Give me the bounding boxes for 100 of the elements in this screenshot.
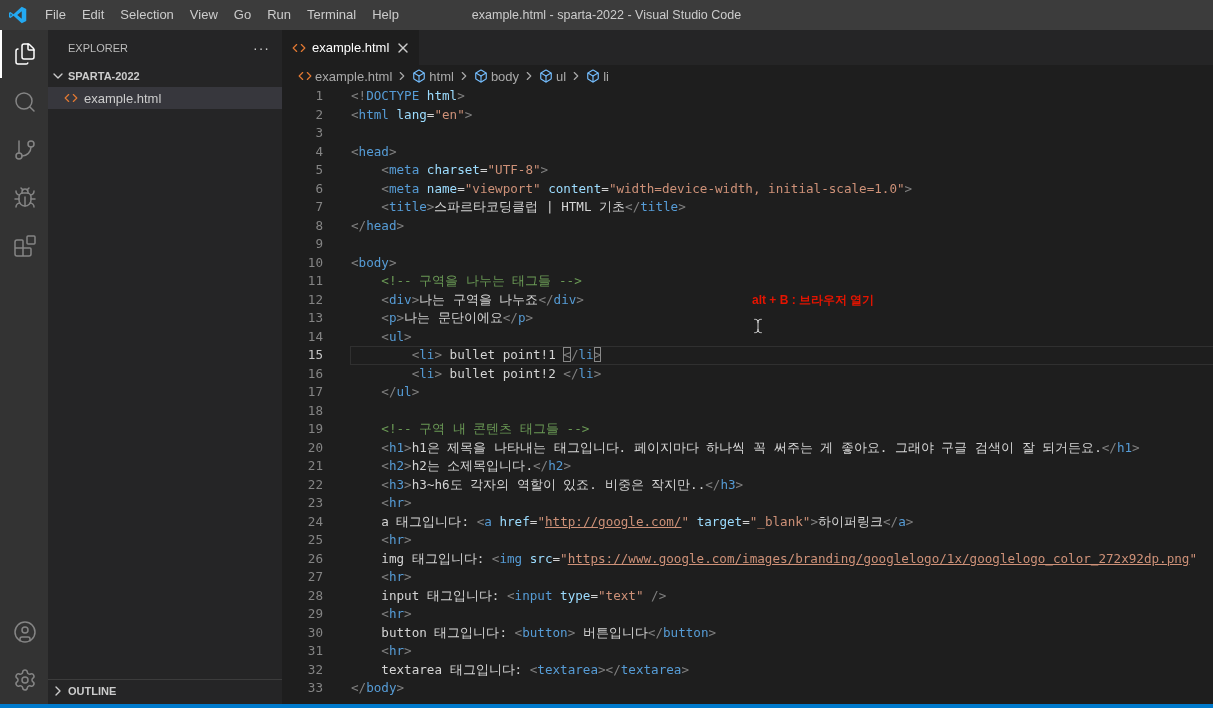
line-number: 27 xyxy=(306,568,323,586)
code-line: <!-- 구역 내 콘텐츠 태그들 --> xyxy=(380,421,590,438)
line-number: 12 xyxy=(306,290,323,309)
code-line: <li> bullet point!2 </li> xyxy=(410,365,602,382)
cube-icon xyxy=(539,69,554,83)
line-number: 5 xyxy=(314,161,323,179)
line-number: 28 xyxy=(306,586,323,605)
code-line: <html lang="en"> xyxy=(351,106,473,123)
line-number: 16 xyxy=(306,364,323,383)
outline-label: OUTLINE xyxy=(68,685,117,697)
menu-item[interactable]: Go xyxy=(225,0,260,30)
tab-label: example.html xyxy=(312,40,390,55)
line-number: 1 xyxy=(314,87,323,105)
code-line: </head> xyxy=(351,217,405,234)
line-number: 32 xyxy=(306,660,323,679)
line-number: 7 xyxy=(314,198,323,216)
window-title: example.html - sparta-2022 - Visual Studio Code xyxy=(471,7,742,24)
menu-item[interactable]: Terminal xyxy=(299,0,365,30)
line-number: 11 xyxy=(306,272,323,290)
code-line: <meta charset="UTF-8"> xyxy=(380,162,549,179)
menu-item[interactable]: Selection xyxy=(112,0,182,30)
code-line: button 태그입니다: <button> 버튼입니다</button> xyxy=(380,624,717,641)
line-number: 14 xyxy=(306,327,323,346)
line-number: 3 xyxy=(314,124,323,142)
line-number: 17 xyxy=(306,383,323,401)
breadcrumb[interactable]: example.html xyxy=(298,68,393,84)
annotation-text: alt + B : 브라우저 열기 xyxy=(752,292,875,309)
code-line: </ul> xyxy=(380,384,420,401)
code-line: <!-- 구역을 나누는 태그들 --> xyxy=(380,273,582,290)
files-icon xyxy=(13,42,37,66)
line-number: 33 xyxy=(306,679,323,697)
code-line: <hr> xyxy=(380,643,412,660)
code-icon xyxy=(64,91,78,105)
menu-item[interactable]: File xyxy=(37,0,74,30)
code-line: <!DOCTYPE html> xyxy=(351,88,465,105)
line-number: 20 xyxy=(306,438,323,457)
line-number: 18 xyxy=(306,401,323,420)
line-number: 23 xyxy=(306,494,323,512)
code-line: input 태그입니다: <input type="text" /> xyxy=(380,587,667,604)
file-name: example.html xyxy=(84,90,162,106)
account-icon xyxy=(13,620,37,644)
sidebar-title: EXPLORER xyxy=(68,41,128,54)
line-number: 15 xyxy=(306,346,323,364)
cube-icon xyxy=(412,69,427,83)
code-icon xyxy=(298,69,312,83)
line-number: 10 xyxy=(306,253,323,272)
line-number: 24 xyxy=(306,512,323,531)
bug-icon xyxy=(13,186,37,210)
blocks-icon xyxy=(13,234,37,258)
cube-icon xyxy=(586,69,601,83)
code-line: <body> xyxy=(351,254,397,271)
line-number: 29 xyxy=(306,605,323,623)
line-number: 21 xyxy=(306,457,323,475)
search-icon xyxy=(13,90,37,114)
line-number: 6 xyxy=(314,179,323,198)
breadcrumb[interactable]: li xyxy=(586,68,609,84)
code-line: <hr> xyxy=(380,532,412,549)
line-number: 30 xyxy=(306,623,323,642)
code-line: <h1>h1은 제목을 나타내는 태그입니다. 페이지마다 하나씩 꼭 써주는 게 좋아요. 그래야 구글 검색이 잘 되거든요.</h1> xyxy=(380,439,1140,456)
code-line: <p>나는 문단이에요</p> xyxy=(380,310,534,327)
line-number: 19 xyxy=(306,420,323,438)
editor-tab[interactable]: example.html xyxy=(282,30,420,65)
line-number: 26 xyxy=(306,549,323,568)
folder-name: SPARTA-2022 xyxy=(68,70,140,82)
code-line: <ul> xyxy=(380,328,412,345)
cube-icon xyxy=(473,69,488,83)
code-line: <div>나는 구역을 나누죠</div> xyxy=(380,291,584,308)
code-line: a 태그입니다: <a href="http://google.com/" target="_blank">하이퍼링크</a> xyxy=(380,513,914,530)
code-line: <hr> xyxy=(380,606,412,623)
menu-item[interactable]: Edit xyxy=(73,0,113,30)
menu-item[interactable]: View xyxy=(181,0,226,30)
breadcrumb[interactable]: html xyxy=(412,68,454,84)
line-number: 25 xyxy=(306,531,323,549)
code-line: <h2>h2는 소제목입니다.</h2> xyxy=(380,458,571,475)
line-number: 8 xyxy=(314,216,323,235)
code-line: <h3>h3~h6도 각자의 역할이 있죠. 비중은 작지만..</h3> xyxy=(380,476,744,493)
outline-header[interactable]: OUTLINE xyxy=(48,679,282,702)
more-actions-button[interactable]: ··· xyxy=(253,39,270,56)
folder-header[interactable]: SPARTA-2022 xyxy=(48,65,282,87)
menu-item[interactable]: Run xyxy=(259,0,299,30)
line-number: 22 xyxy=(306,475,323,494)
line-number: 9 xyxy=(314,235,323,253)
tree-item[interactable]: example.html xyxy=(48,87,282,109)
code-line: <head> xyxy=(351,143,397,160)
code-line: </body> xyxy=(351,680,405,697)
code-line: <meta name="viewport" content="width=device-width, initial-scale=1.0"> xyxy=(380,180,913,197)
code-line: textarea 태그입니다: <textarea></textarea> xyxy=(380,661,689,678)
settings-icon xyxy=(13,668,37,692)
code-line: <hr> xyxy=(380,495,412,512)
branch-icon xyxy=(13,138,37,162)
line-number: 2 xyxy=(314,105,323,124)
line-number: 13 xyxy=(306,309,323,327)
line-number: 31 xyxy=(306,642,323,660)
menu-item[interactable]: Help xyxy=(364,0,407,30)
line-number: 4 xyxy=(314,142,323,161)
breadcrumb[interactable]: body xyxy=(473,68,520,84)
logo-icon xyxy=(9,6,27,24)
code-line: img 태그입니다: <img src="https://www.google.com/images/branding/googlelogo/1x/googlelogo_color_272x92dp.png" xyxy=(380,550,1198,567)
breadcrumb[interactable]: ul xyxy=(539,68,567,84)
code-line: <hr> xyxy=(380,569,412,586)
